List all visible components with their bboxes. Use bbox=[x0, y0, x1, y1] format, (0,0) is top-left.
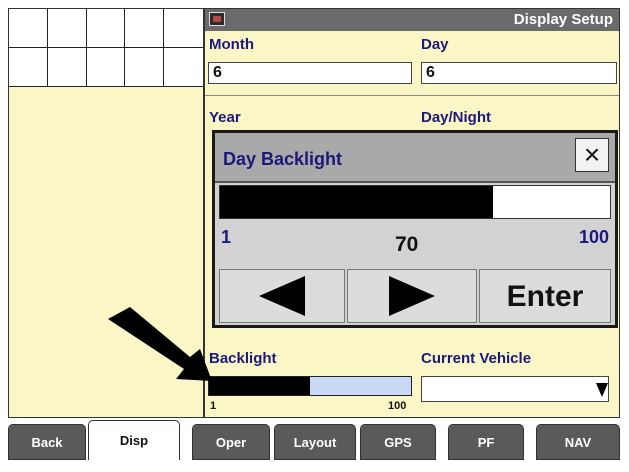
page-title: Display Setup bbox=[513, 11, 613, 28]
day-label: Day bbox=[421, 36, 449, 53]
arrow-left-icon bbox=[259, 276, 305, 316]
tab-label: Back bbox=[31, 434, 63, 450]
grid-cell[interactable] bbox=[164, 48, 203, 87]
screen: Display Setup Month 6 Day 6 Year Day/Nig… bbox=[0, 0, 629, 472]
tab-label: Oper bbox=[215, 434, 247, 450]
enter-label: Enter bbox=[506, 280, 584, 313]
month-field[interactable]: 6 bbox=[208, 62, 412, 84]
enter-button[interactable]: Enter bbox=[479, 269, 611, 323]
slider-value: 70 bbox=[395, 233, 419, 256]
close-icon: × bbox=[583, 139, 601, 170]
tab-label: Disp bbox=[119, 433, 149, 448]
grid-cell[interactable] bbox=[86, 9, 126, 48]
tab-label: Layout bbox=[293, 434, 337, 450]
day-backlight-level bbox=[220, 186, 493, 218]
divider bbox=[205, 95, 619, 96]
tab-label: NAV bbox=[564, 434, 592, 450]
slider-min: 1 bbox=[221, 227, 232, 247]
arrow-right-icon bbox=[389, 276, 435, 316]
grid-cell[interactable] bbox=[164, 9, 203, 48]
title-bar: Display Setup bbox=[205, 9, 619, 31]
bottom-tab-bar: Back Disp Oper Layout GPS PF NAV bbox=[8, 420, 620, 464]
tab-disp[interactable]: Disp bbox=[88, 420, 180, 460]
backlight-slider[interactable] bbox=[208, 376, 412, 396]
tab-pf[interactable]: PF bbox=[448, 424, 524, 460]
tab-label: PF bbox=[477, 434, 495, 450]
slider-max: 100 bbox=[578, 227, 609, 247]
increase-button[interactable] bbox=[347, 269, 477, 323]
day-backlight-slider[interactable] bbox=[219, 185, 611, 219]
grid-cell[interactable] bbox=[9, 9, 48, 48]
grid-cell[interactable] bbox=[125, 48, 165, 87]
day-backlight-dialog: Day Backlight × 1 70 100 Enter bbox=[212, 130, 618, 328]
display-icon bbox=[209, 12, 225, 26]
current-vehicle-dropdown[interactable] bbox=[421, 376, 609, 402]
grid-cell[interactable] bbox=[9, 48, 48, 87]
tab-layout[interactable]: Layout bbox=[274, 424, 356, 460]
grid-cell[interactable] bbox=[125, 9, 165, 48]
backlight-level bbox=[209, 377, 310, 395]
backlight-max: 100 bbox=[388, 400, 407, 412]
day-field[interactable]: 6 bbox=[421, 62, 617, 84]
tab-gps[interactable]: GPS bbox=[360, 424, 436, 460]
shortcut-grid bbox=[9, 9, 203, 87]
chevron-down-icon[interactable] bbox=[594, 377, 608, 401]
month-label: Month bbox=[209, 36, 254, 53]
tab-nav[interactable]: NAV bbox=[536, 424, 620, 460]
backlight-min: 1 bbox=[210, 400, 217, 412]
day-night-label: Day/Night bbox=[421, 109, 492, 126]
tab-label: GPS bbox=[384, 434, 412, 450]
grid-cell[interactable] bbox=[47, 48, 87, 87]
year-label: Year bbox=[209, 109, 241, 126]
dialog-title: Day Backlight bbox=[223, 149, 343, 169]
grid-cell[interactable] bbox=[47, 9, 87, 48]
tab-back[interactable]: Back bbox=[8, 424, 86, 460]
decrease-button[interactable] bbox=[219, 269, 345, 323]
current-vehicle-label: Current Vehicle bbox=[421, 350, 532, 367]
pointer-arrow-icon bbox=[108, 307, 212, 381]
close-button[interactable]: × bbox=[575, 138, 609, 172]
tab-oper[interactable]: Oper bbox=[192, 424, 270, 460]
dialog-header: Day Backlight × bbox=[215, 133, 615, 183]
grid-cell[interactable] bbox=[86, 48, 126, 87]
